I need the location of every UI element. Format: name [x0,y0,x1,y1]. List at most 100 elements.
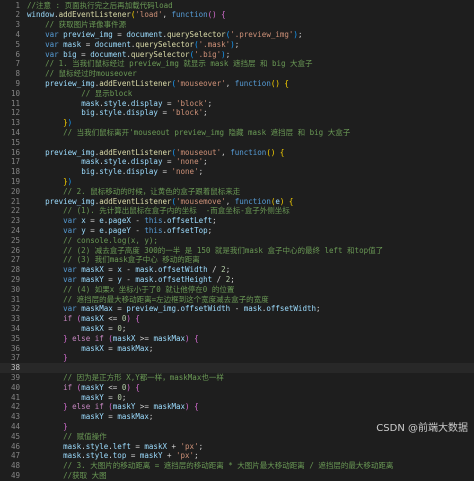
code-line[interactable]: 31 // 遮挡层的最大移动距离=左边框到这个宽度减去盒子的宽度 [0,295,474,305]
code-token: maskMax [153,333,186,343]
code-token: else if [72,402,104,412]
code-token: addEventListener [58,10,131,20]
code-token: // 因为是正方形 X,Y都一样，maskMax也一样 [63,372,224,382]
code-line[interactable]: 34 maskX = 0; [0,324,474,334]
code-line[interactable]: 11 mask.style.display = 'block'; [0,99,474,109]
code-token: style [99,108,122,118]
code-line[interactable]: 30 // (4) 如果x 坐标小于了0 就让他停在0 的位置 [0,285,474,295]
code-line[interactable]: 39 // 因为是正方形 X,Y都一样，maskMax也一样 [0,373,474,383]
code-token: function [230,147,267,157]
code-token: display [130,157,163,167]
code-line[interactable]: 18 big.style.display = 'none'; [0,167,474,177]
line-number: 47 [10,451,20,461]
code-line[interactable]: 24 var y = e.pageY - this.offsetTop; [0,226,474,236]
code-token: offsetTop [166,225,208,235]
code-line[interactable]: 28 var maskX = x - mask.offsetWidth / 2; [0,265,474,275]
code-token: { [284,78,289,88]
code-line[interactable]: 22 // (1). 先计算出鼠标在盒子内的坐标 -而盒坐标-盒子外侧坐标 [0,206,474,216]
code-token: if [63,382,73,392]
code-line[interactable]: 12 big.style.display = 'block'; [0,108,474,118]
code-text: big.style.display = 'none'; [27,167,203,177]
code-line[interactable]: 49 //获取 大图 [0,471,474,481]
code-line[interactable]: 42 } else if (maskY >= maskMax) { [0,402,474,412]
code-line[interactable]: 19 }) [0,177,474,187]
code-line[interactable]: 25 // console.log(x, y); [0,236,474,246]
line-number: 31 [10,294,20,304]
line-number: 49 [10,470,20,480]
code-token: , [162,10,172,20]
code-text: mask.style.top = maskY + 'px'; [27,451,198,461]
code-token: = [126,451,140,461]
code-token: addEventListener [99,78,172,88]
code-text: maskY = maskMax; [27,412,153,422]
code-line[interactable]: 14 // 当我们鼠标离开'mouseout preview_img 隐藏 ma… [0,128,474,138]
code-line[interactable]: 36 maskX = maskMax; [0,344,474,354]
code-token: ; [316,304,321,314]
code-line[interactable]: 26 // (2) 减去盒子高度 300的一半 是 150 就是我们mask 盒… [0,246,474,256]
code-token: mask [81,157,100,167]
code-token: addEventListener [99,147,172,157]
code-line[interactable]: 21 preview_img.addEventListener('mousemo… [0,197,474,207]
code-token: = [103,343,118,353]
code-token: window [27,10,55,20]
code-text: var x = e.pageX - this.offsetLeft; [27,216,217,226]
code-line[interactable]: 13 }) [0,118,474,128]
code-line[interactable]: 1 //注意 : 页面执行完之后再加载代码load [0,1,474,11]
code-line[interactable]: 23 var x = e.pageX - this.offsetLeft; [0,216,474,226]
line-number: 12 [10,108,20,118]
code-token: >= [135,402,154,412]
code-line[interactable]: 38 [0,363,474,373]
code-token: maskX [81,265,104,275]
code-token: maskY [81,412,104,422]
code-line[interactable]: 40 if (maskY <= 0) { [0,383,474,393]
code-line[interactable]: 41 maskY = 0; [0,393,474,403]
code-token: big [81,108,95,118]
code-line[interactable]: 7 // 1. 当我们鼠标经过 preview_img 就显示 mask 遮挡层… [0,59,474,69]
code-line[interactable]: 35 } else if (maskX >= maskMax) { [0,334,474,344]
code-line[interactable]: 3 // 获取图片译像事件源 [0,20,474,30]
code-line[interactable]: 29 var maskY = y - mask.offsetHeight / 2… [0,275,474,285]
code-line[interactable]: 46 mask.style.left = maskX + 'px'; [0,442,474,452]
code-line[interactable]: 10 // 显示block [0,89,474,99]
code-token: ; [225,265,231,275]
code-line[interactable]: 16 preview_img.addEventListener('mouseou… [0,148,474,158]
code-token: var [63,265,77,275]
code-token: ; [230,274,235,284]
code-line[interactable]: 9 preview_img.addEventListener('mouseove… [0,79,474,89]
code-line[interactable]: 6 var big = document.querySelector('.big… [0,50,474,60]
code-token: // 遮挡层的最大移动距离=左边框到这个宽度减去盒子的宽度 [63,294,269,304]
code-token: = [103,412,118,422]
code-line[interactable]: 27 // (3) 我们mask盒子中心 移动的距离 [0,255,474,265]
code-line[interactable]: 4 var preview_img = document.querySelect… [0,30,474,40]
line-number: 7 [15,59,20,69]
code-line[interactable]: 5 var mask = document.querySelector('.ma… [0,40,474,50]
code-line[interactable]: 17 mask.style.display = 'none'; [0,157,474,167]
code-line[interactable]: 2 window.addEventListener('load', functio… [0,10,474,20]
code-token: this [144,225,163,235]
code-token: ; [198,167,204,177]
line-number: 32 [10,304,20,314]
code-token: mask [243,304,262,314]
code-line[interactable]: 33 if (maskX <= 0) { [0,314,474,324]
code-text: // console.log(x, y); [27,236,158,246]
code-token: , [221,147,231,157]
code-line[interactable]: 8 // 鼠标经过时mouseover [0,69,474,79]
code-line[interactable]: 37 } [0,353,474,363]
code-line[interactable]: 15 [0,138,474,148]
code-token: if [63,314,73,324]
code-line[interactable]: 20 // 2. 鼠标移动的时候，让黄色的盒子跟着鼠标来走 [0,187,474,197]
code-line[interactable]: 32 var maskMax = preview_img.offsetWidth… [0,304,474,314]
code-token: { [279,147,285,157]
code-line[interactable]: 48 // 3. 大图片的移动距离 = 遮挡层的移动距离 * 大图片最大移动距离… [0,461,474,471]
code-editor[interactable]: 1 //注意 : 页面执行完之后再加载代码load 2 window.addEvent… [0,0,474,480]
code-line[interactable]: 47 mask.style.top = maskY + 'px'; [0,451,474,461]
